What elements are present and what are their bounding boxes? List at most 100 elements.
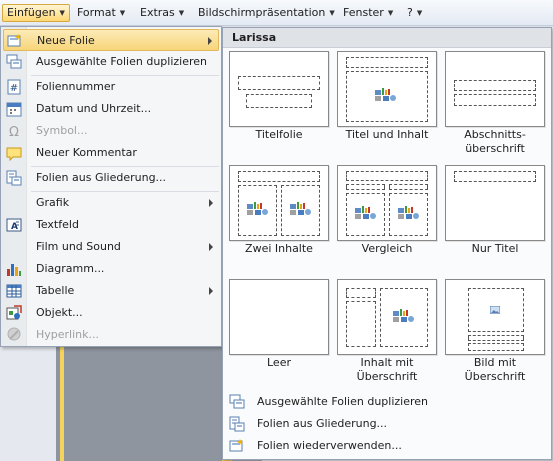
- menu-item-hyperlink[interactable]: Hyperlink...: [3, 324, 219, 346]
- menu-bar: Einfügen ▼ Format ▼ Extras ▼ Bildschirmpräs…: [0, 0, 553, 26]
- menu-item-label: Neue Folie: [37, 34, 95, 47]
- panel-action-folien-aus-gliederung[interactable]: Folien aus Gliederung...: [227, 414, 547, 434]
- heading-placeholder-right: [389, 184, 428, 190]
- layout-theme-header: Larissa: [223, 28, 551, 48]
- content-icons: [393, 309, 414, 322]
- menu-format[interactable]: Format ▼: [73, 4, 129, 22]
- menu-item-label: Symbol...: [36, 124, 88, 137]
- menu-item-symbol[interactable]: Ω Symbol...: [3, 120, 219, 142]
- text-placeholder: [468, 343, 524, 351]
- title-placeholder: [454, 171, 536, 182]
- menu-item-label: Folien aus Gliederung...: [36, 171, 167, 184]
- omega-icon: Ω: [9, 125, 19, 139]
- menu-item-textfeld[interactable]: A Textfeld: [3, 214, 219, 236]
- menu-item-folien-aus-gliederung[interactable]: Folien aus Gliederung...: [3, 167, 219, 189]
- submenu-arrow-icon: [209, 199, 213, 207]
- layout-titel-und-inhalt[interactable]: [337, 51, 437, 127]
- menu-item-label: Neuer Kommentar: [36, 146, 137, 159]
- einfuegen-dropdown: Neue Folie Ausgewählte Folien dupliziere…: [0, 26, 222, 347]
- new-slide-layout-panel: Larissa Titelfolie Titel und Inhalt Absc…: [222, 27, 552, 460]
- panel-action-folien-duplizieren[interactable]: Ausgewählte Folien duplizieren: [227, 392, 547, 412]
- duplicate-slides-icon: [6, 54, 22, 69]
- menu-item-label: Grafik: [36, 196, 70, 209]
- menu-item-label: Tabelle: [36, 284, 75, 297]
- dropdown-arrow-icon: ▼: [59, 9, 65, 17]
- object-icon: [6, 305, 22, 320]
- menu-item-label: Film und Sound: [36, 240, 121, 253]
- menu-bildschirmpraesentation[interactable]: Bildschirmpräsentation ▼: [194, 4, 339, 22]
- title-placeholder: [468, 335, 524, 341]
- content-icons: [398, 206, 419, 219]
- dropdown-arrow-icon: ▼: [387, 9, 394, 17]
- menu-item-datum-uhrzeit[interactable]: Datum und Uhrzeit...: [3, 98, 219, 120]
- content-placeholder-right: [281, 185, 320, 236]
- layout-label: Nur Titel: [471, 242, 519, 255]
- menu-item-label: Hyperlink...: [36, 328, 99, 341]
- layout-inhalt-mit-ueberschrift[interactable]: [337, 279, 437, 355]
- layout-abschnittsueberschrift[interactable]: [445, 51, 545, 127]
- heading-placeholder-left: [346, 184, 385, 190]
- layout-vergleich[interactable]: [337, 165, 437, 241]
- content-placeholder-left: [346, 193, 385, 236]
- subtitle-placeholder: [246, 94, 312, 108]
- menu-item-neue-folie[interactable]: Neue Folie: [3, 29, 219, 51]
- panel-action-folien-wiederverwenden[interactable]: Folien wiederverwenden...: [227, 436, 547, 456]
- menu-item-label: Objekt...: [36, 306, 83, 319]
- title-placeholder: [238, 76, 320, 90]
- panel-action-label: Ausgewählte Folien duplizieren: [257, 395, 428, 408]
- layout-label: Titelfolie: [255, 128, 303, 141]
- layout-label: Zwei Inhalte: [245, 242, 313, 255]
- reuse-slides-icon: [229, 439, 243, 452]
- panel-action-label: Folien aus Gliederung...: [257, 417, 388, 430]
- content-icons: [290, 202, 311, 215]
- dropdown-arrow-icon: ▼: [178, 9, 185, 17]
- new-slide-icon: [7, 34, 21, 47]
- content-icons: [355, 206, 376, 219]
- title-placeholder: [346, 171, 428, 181]
- text-placeholder: [346, 301, 376, 347]
- slide-number-icon: #: [7, 79, 21, 95]
- title-placeholder: [454, 80, 536, 91]
- menu-item-foliennummer[interactable]: # Foliennummer: [3, 76, 219, 98]
- title-placeholder: [346, 57, 428, 68]
- menu-item-diagramm[interactable]: Diagramm...: [3, 258, 219, 280]
- layout-bild-mit-ueberschrift[interactable]: [445, 279, 545, 355]
- layout-nur-titel[interactable]: [445, 165, 545, 241]
- submenu-arrow-icon: [209, 243, 213, 251]
- layout-zwei-inhalte[interactable]: [229, 165, 329, 241]
- menu-item-label: Foliennummer: [36, 80, 116, 93]
- text-placeholder: [454, 94, 536, 106]
- content-icons: [247, 202, 268, 215]
- layout-leer[interactable]: [229, 279, 329, 355]
- dropdown-arrow-icon: ▼: [119, 9, 126, 17]
- hyperlink-icon: [7, 327, 21, 341]
- layout-titelfolie[interactable]: [229, 51, 329, 127]
- slides-from-outline-icon: [6, 170, 22, 186]
- menu-item-grafik[interactable]: Grafik: [3, 192, 219, 214]
- layout-label: Vergleich: [361, 242, 413, 255]
- picture-placeholder: [468, 288, 524, 332]
- slides-from-outline-icon: [229, 416, 245, 432]
- comment-icon: [6, 147, 22, 161]
- layout-label: Leer: [267, 356, 291, 369]
- chart-icon: [7, 264, 21, 276]
- slide-canvas-accent: [60, 345, 64, 461]
- menu-item-tabelle[interactable]: Tabelle: [3, 280, 219, 302]
- menu-help[interactable]: ? ▼: [403, 4, 426, 22]
- menu-extras[interactable]: Extras ▼: [136, 4, 188, 22]
- menu-fenster[interactable]: Fenster ▼: [339, 4, 397, 22]
- submenu-arrow-icon: [208, 37, 212, 45]
- menu-item-film-und-sound[interactable]: Film und Sound: [3, 236, 219, 258]
- menu-einfuegen[interactable]: Einfügen ▼: [2, 4, 70, 22]
- menu-item-neuer-kommentar[interactable]: Neuer Kommentar: [3, 142, 219, 164]
- dropdown-arrow-icon: ▼: [329, 9, 335, 17]
- layout-label: Inhalt mit Überschrift: [356, 356, 418, 383]
- date-time-icon: [6, 102, 22, 117]
- dropdown-arrow-icon: ▼: [416, 9, 423, 17]
- content-icons: [375, 88, 396, 101]
- menu-item-label: Ausgewählte Folien duplizieren: [36, 55, 207, 68]
- menu-item-folien-duplizieren[interactable]: Ausgewählte Folien duplizieren: [3, 51, 219, 73]
- content-placeholder: [346, 71, 428, 122]
- menu-item-objekt[interactable]: Objekt...: [3, 302, 219, 324]
- content-placeholder: [380, 288, 428, 347]
